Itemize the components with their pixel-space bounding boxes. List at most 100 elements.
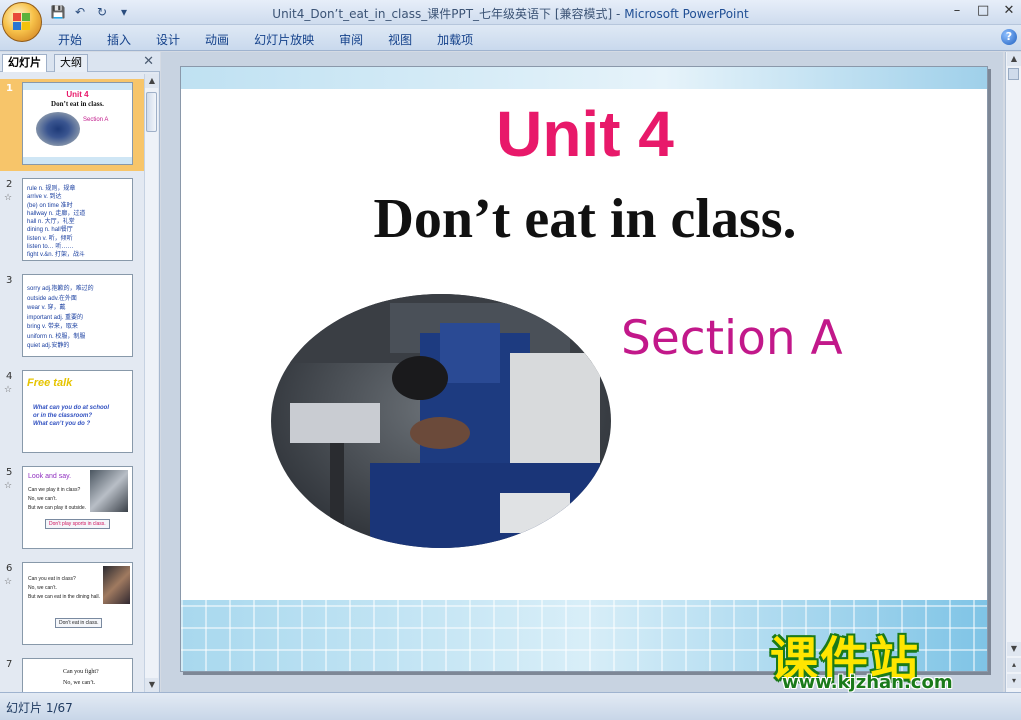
thumb-free-talk: Free talk [27, 377, 73, 389]
close-panel-icon[interactable]: ✕ [143, 54, 154, 69]
tab-insert[interactable]: 插入 [107, 31, 131, 48]
tab-animations[interactable]: 动画 [205, 31, 229, 48]
thumb-photo [103, 566, 130, 604]
previous-slide-icon[interactable]: ▴ [1007, 658, 1021, 672]
tab-addins[interactable]: 加载项 [437, 31, 473, 48]
slide-thumbnail-7[interactable]: 7 Can you fight? No, we can’t. [0, 655, 144, 692]
minimize-icon[interactable]: – [951, 3, 963, 18]
students-photo[interactable] [270, 293, 612, 549]
thumbnail-preview: Free talk What can you do at school or i… [22, 370, 133, 453]
tab-home[interactable]: 开始 [58, 31, 82, 48]
thumb-line: listen to… 听…… [27, 244, 74, 251]
thumb-line: No, we can’t. [28, 496, 57, 502]
thumb-subtitle: Don’t eat in class. [51, 100, 104, 108]
thumb-photo [36, 112, 80, 146]
thumbnail-preview: Look and say. Can we play it in class? N… [22, 466, 133, 549]
scroll-up-icon[interactable]: ▲ [1007, 52, 1021, 66]
thumb-questions: What can you do at school or in the clas… [33, 404, 109, 428]
status-bar: 幻灯片 1/67 [0, 692, 1021, 720]
slide-thumbnail-4[interactable]: 4 Free talk What can you do at school or… [0, 367, 144, 459]
thumb-line: fight v.&n. 打架，战斗 [27, 252, 85, 259]
document-title: Unit4_Don’t_eat_in_class_课件PPT_七年级英语下 [兼… [272, 7, 613, 21]
thumb-line: bring v. 带来，取来 [27, 324, 78, 330]
thumb-line: (be) on time 准时 [27, 202, 73, 209]
thumb-line: No, we can’t. [28, 585, 57, 591]
slide-thumbnail-1[interactable]: 1 Unit 4 Don’t eat in class. Section A [0, 79, 144, 171]
title-bar: 💾 ↶ ↻ ▾ Unit4_Don’t_eat_in_class_课件PPT_七… [0, 0, 1021, 25]
next-slide-icon[interactable]: ▾ [1007, 674, 1021, 688]
office-button[interactable] [2, 2, 42, 42]
thumbnail-list: 1 Unit 4 Don’t eat in class. Section A 2… [0, 74, 144, 692]
thumb-line: hall n. 大厅，礼堂 [27, 219, 75, 226]
thumb-vocab-list: rule n. 规则，规章 arrive v. 到达 (be) on time … [27, 185, 85, 260]
slide-subtitle[interactable]: Don’t eat in class. [181, 187, 987, 251]
window-title: Unit4_Don’t_eat_in_class_课件PPT_七年级英语下 [兼… [0, 5, 1021, 22]
tab-design[interactable]: 设计 [156, 31, 180, 48]
app-name: Microsoft PowerPoint [624, 7, 749, 21]
tab-slideshow[interactable]: 幻灯片放映 [254, 31, 314, 48]
thumb-vocab-list: sorry adj.抱歉的，难过的 outside adv.在外面 wear v… [27, 285, 94, 352]
help-icon[interactable]: ? [1001, 29, 1017, 45]
thumb-line: sorry adj.抱歉的，难过的 [27, 286, 94, 292]
slide-thumbnail-6[interactable]: 6 Can you eat in class? No, we can’t. Bu… [0, 559, 144, 651]
slide-title[interactable]: Unit 4 [181, 97, 987, 171]
ribbon: 开始 插入 设计 动画 幻灯片放映 审阅 视图 加载项 ? [0, 25, 1021, 51]
thumb-lines: Can you fight? No, we can’t. [63, 667, 99, 689]
slides-panel: 幻灯片 大纲 ✕ 1 Unit 4 Don’t eat in class. Se… [0, 52, 160, 692]
thumb-line: No, we can’t. [63, 680, 96, 686]
slide-number: 3 [6, 275, 13, 286]
slide-scrollbar[interactable]: ▲ ▼ ▴ ▾ [1005, 52, 1021, 692]
slide-number: 6 [6, 563, 13, 574]
tab-view[interactable]: 视图 [388, 31, 412, 48]
thumb-box: Don’t play sports in class. [45, 519, 110, 529]
animation-star-icon: ☆ [4, 193, 13, 203]
slide-top-band [181, 67, 987, 89]
slide-number: 4 [6, 371, 13, 382]
current-slide[interactable]: Unit 4 Don’t eat in class. Section A [180, 66, 988, 672]
slide-thumbnail-3[interactable]: 3 sorry adj.抱歉的，难过的 outside adv.在外面 wear… [0, 271, 144, 363]
scroll-down-icon[interactable]: ▼ [1007, 642, 1021, 656]
thumb-line: Can we play it in class? [28, 487, 81, 493]
scroll-up-icon[interactable]: ▲ [145, 74, 159, 88]
thumb-line: quiet adj.安静的 [27, 343, 70, 349]
scroll-thumb[interactable] [146, 92, 157, 132]
slide-thumbnail-5[interactable]: 5 Look and say. Can we play it in class?… [0, 463, 144, 555]
slide-number: 5 [6, 467, 13, 478]
thumb-line: But we can play it outside. [28, 505, 87, 511]
slide-thumbnail-2[interactable]: 2 rule n. 规则，规章 arrive v. 到达 (be) on tim… [0, 175, 144, 267]
thumb-line: What can’t you do ? [33, 421, 91, 427]
thumb-line: Can you eat in class? [28, 576, 76, 582]
thumb-box: Don’t eat in class. [55, 618, 103, 628]
slide-editor: Unit 4 Don’t eat in class. Section A [161, 52, 1003, 692]
close-icon[interactable]: ✕ [1003, 3, 1015, 18]
slide-counter: 幻灯片 1/67 [6, 701, 73, 715]
thumb-line: important adj. 重要的 [27, 314, 84, 321]
slide-number: 1 [6, 83, 13, 94]
ribbon-tabs: 开始 插入 设计 动画 幻灯片放映 审阅 视图 加载项 [58, 31, 498, 48]
thumbnail-scrollbar[interactable]: ▲ ▼ [144, 74, 159, 692]
slide-number: 2 [6, 179, 13, 190]
thumb-photo [90, 470, 128, 512]
thumb-lines: Can we play it in class? No, we can’t. B… [28, 486, 86, 513]
thumb-line: listen v. 听，倾听 [27, 235, 73, 242]
scroll-down-icon[interactable]: ▼ [145, 678, 159, 692]
tab-review[interactable]: 审阅 [339, 31, 363, 48]
thumb-line: But we can eat in the dining hall. [28, 594, 100, 600]
thumbnail-preview: sorry adj.抱歉的，难过的 outside adv.在外面 wear v… [22, 274, 133, 357]
thumbnail-preview: Can you fight? No, we can’t. [22, 658, 133, 692]
tab-outline[interactable]: 大纲 [54, 54, 88, 72]
thumb-section: Section A [83, 117, 109, 123]
title-separator: - [612, 7, 625, 21]
section-label[interactable]: Section A [621, 311, 843, 366]
thumb-line: What can you do at school [33, 405, 110, 411]
watermark-logo: 课件站 www.kjzhan.com [770, 620, 1002, 696]
scroll-thumb[interactable] [1008, 68, 1019, 80]
thumb-line: arrive v. 到达 [27, 194, 62, 201]
thumb-title: Unit 4 [66, 90, 89, 99]
panel-tabs: 幻灯片 大纲 ✕ [0, 52, 160, 72]
thumb-line: or in the classroom? [33, 413, 93, 419]
animation-star-icon: ☆ [4, 385, 13, 395]
maximize-icon[interactable]: □ [977, 3, 989, 18]
thumb-line: rule n. 规则，规章 [27, 186, 76, 192]
tab-slides[interactable]: 幻灯片 [2, 54, 47, 72]
